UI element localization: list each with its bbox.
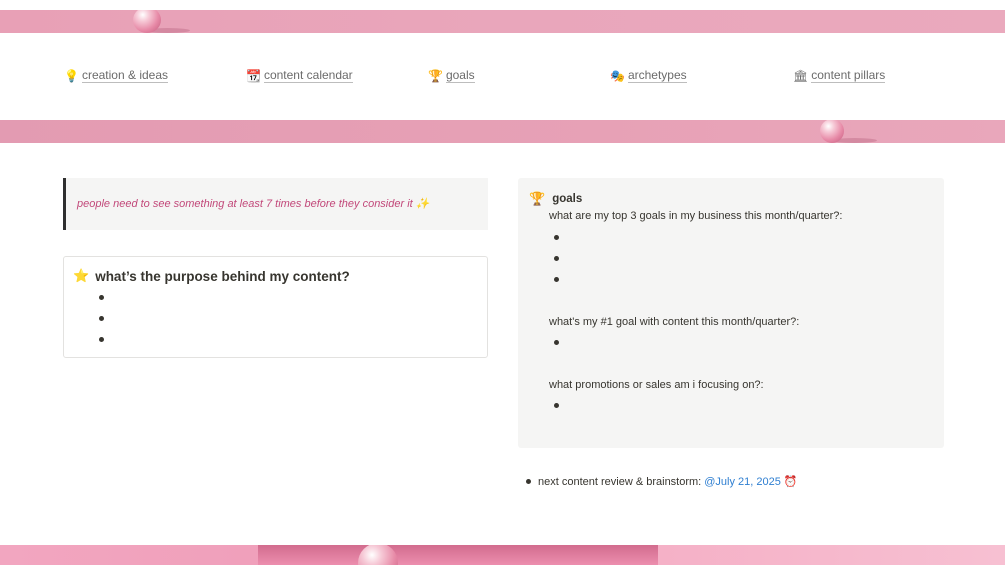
purpose-title: what’s the purpose behind my content? bbox=[95, 268, 350, 284]
empty-bullet[interactable] bbox=[99, 316, 104, 321]
goals-question-top-three: what are my top 3 goals in my business t… bbox=[549, 210, 843, 222]
nav-link-label: content pillars bbox=[811, 68, 886, 83]
nav-link-goals[interactable]: 🏆 goals bbox=[428, 68, 475, 83]
divider-banner bbox=[0, 120, 1005, 143]
quote-text: people need to see something at least 7 … bbox=[77, 197, 429, 210]
sparkles-icon: ✨ bbox=[415, 198, 430, 210]
empty-bullet[interactable] bbox=[554, 235, 559, 240]
nav-link-label: content calendar bbox=[263, 68, 353, 83]
goals-question-promotions: what promotions or sales am i focusing o… bbox=[549, 379, 764, 391]
star-icon: ⭐ bbox=[73, 268, 90, 283]
lightbulb-icon: 💡 bbox=[64, 68, 79, 83]
purpose-heading[interactable]: ⭐ what’s the purpose behind my content? bbox=[73, 268, 350, 284]
goals-question-number-one: what's my #1 goal with content this mont… bbox=[549, 316, 800, 328]
alarm-clock-icon[interactable]: ⏰ bbox=[784, 475, 798, 488]
quote-callout: people need to see something at least 7 … bbox=[63, 178, 488, 230]
nav-link-label: archetypes bbox=[627, 68, 687, 83]
goals-heading: 🏆 goals bbox=[529, 191, 582, 207]
empty-bullet[interactable] bbox=[99, 295, 104, 300]
calendar-icon: 📆 bbox=[246, 68, 261, 83]
quote-body: people need to see something at least 7 … bbox=[77, 198, 413, 210]
pearl-icon bbox=[820, 120, 844, 143]
nav-link-creation-ideas[interactable]: 💡 creation & ideas bbox=[64, 68, 169, 83]
trophy-icon: 🏆 bbox=[529, 191, 546, 206]
empty-bullet[interactable] bbox=[99, 337, 104, 342]
trophy-icon: 🏆 bbox=[428, 68, 443, 83]
nav-link-content-calendar[interactable]: 📆 content calendar bbox=[246, 68, 353, 83]
empty-bullet[interactable] bbox=[554, 277, 559, 282]
goals-title: goals bbox=[552, 193, 583, 205]
next-review-item: next content review & brainstorm: @July … bbox=[526, 475, 798, 488]
footer-banner bbox=[0, 545, 1005, 565]
goals-callout: 🏆 goals what are my top 3 goals in my bu… bbox=[518, 178, 944, 448]
nav-link-label: creation & ideas bbox=[81, 68, 169, 83]
empty-bullet[interactable] bbox=[554, 403, 559, 408]
classical-building-icon: 🏛 bbox=[793, 68, 809, 83]
nav-link-label: goals bbox=[445, 68, 475, 83]
nav-link-archetypes[interactable]: 🎭 archetypes bbox=[610, 68, 687, 83]
header-banner-top bbox=[0, 10, 1005, 33]
pearl-icon bbox=[358, 545, 398, 565]
footer-image-block bbox=[258, 545, 658, 565]
empty-bullet[interactable] bbox=[554, 340, 559, 345]
nav-link-content-pillars[interactable]: 🏛 content pillars bbox=[793, 68, 886, 83]
bullet-dot bbox=[526, 479, 531, 484]
theater-masks-icon: 🎭 bbox=[610, 68, 625, 83]
nav-bar: 💡 creation & ideas 📆 content calendar 🏆 … bbox=[0, 68, 1005, 88]
review-label: next content review & brainstorm: bbox=[538, 475, 702, 488]
purpose-callout: ⭐ what’s the purpose behind my content? bbox=[63, 256, 488, 358]
date-mention[interactable]: @July 21, 2025 bbox=[704, 476, 781, 488]
empty-bullet[interactable] bbox=[554, 256, 559, 261]
